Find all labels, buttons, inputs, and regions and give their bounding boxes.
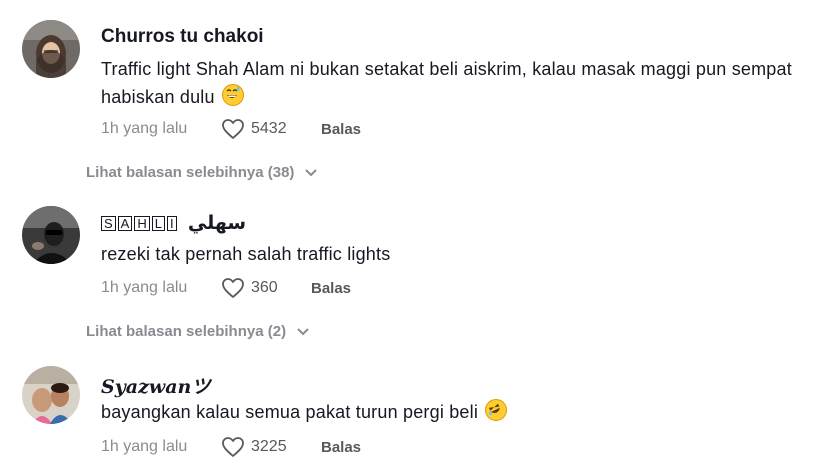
username-letter: H	[134, 216, 150, 232]
comment-meta: 1h yang lalu 5432 Balas	[101, 118, 361, 140]
comment-text: Traffic light Shah Alam ni bukan setakat…	[101, 55, 801, 111]
like-button[interactable]: 360	[221, 277, 311, 299]
heart-icon	[222, 437, 244, 457]
view-more-replies[interactable]: Lihat balasan selebihnya (2)	[86, 323, 310, 340]
username-letter: S	[101, 216, 116, 232]
comment-text: rezeki tak pernah salah traffic lights	[101, 240, 801, 268]
view-more-replies-label: Lihat balasan selebihnya (2)	[86, 323, 287, 340]
like-count: 360	[251, 279, 278, 296]
like-count: 3225	[251, 438, 287, 455]
avatar[interactable]	[22, 20, 80, 78]
comment-text-content: Traffic light Shah Alam ni bukan setakat…	[101, 59, 792, 107]
comment-text-content: rezeki tak pernah salah traffic lights	[101, 244, 391, 264]
username-boxed-letters: S A H L I	[101, 216, 177, 232]
reply-button[interactable]: Balas	[311, 280, 351, 297]
like-button[interactable]: 3225	[221, 436, 321, 458]
comment-meta: 1h yang lalu 3225 Balas	[101, 436, 361, 458]
reply-button[interactable]: Balas	[321, 121, 361, 138]
username-letter: L	[151, 216, 165, 232]
chevron-down-icon	[305, 168, 318, 176]
like-count: 5432	[251, 120, 287, 137]
chevron-down-icon	[297, 327, 309, 335]
reply-button[interactable]: Balas	[321, 439, 361, 456]
comment-time: 1h yang lalu	[101, 279, 188, 296]
comment-text-content: bayangkan kalau semua pakat turun pergi …	[101, 402, 479, 422]
comment-time: 1h yang lalu	[101, 438, 188, 455]
avatar[interactable]	[22, 206, 80, 264]
view-more-replies[interactable]: Lihat balasan selebihnya (38)	[86, 164, 318, 181]
comment-text: bayangkan kalau semua pakat turun pergi …	[101, 398, 801, 426]
comment-username[interactable]: S A H L I سهلي	[101, 212, 246, 235]
like-button[interactable]: 5432	[221, 118, 321, 140]
username-arabic: سهلي	[187, 212, 247, 234]
avatar[interactable]	[22, 366, 80, 424]
comment-time: 1h yang lalu	[101, 120, 188, 137]
heart-icon	[222, 278, 244, 298]
username-letter: A	[117, 216, 133, 232]
username-letter: I	[166, 216, 177, 232]
comment-meta: 1h yang lalu 360 Balas	[101, 277, 351, 299]
grinning-sweat-emoji-icon	[221, 84, 244, 106]
view-more-replies-label: Lihat balasan selebihnya (38)	[86, 164, 295, 181]
comment-username[interactable]: Syazwanツ	[101, 372, 210, 399]
comment-username[interactable]: Churros tu chakoi	[101, 26, 264, 48]
heart-icon	[222, 119, 244, 139]
rolling-laughing-emoji-icon	[485, 399, 508, 421]
